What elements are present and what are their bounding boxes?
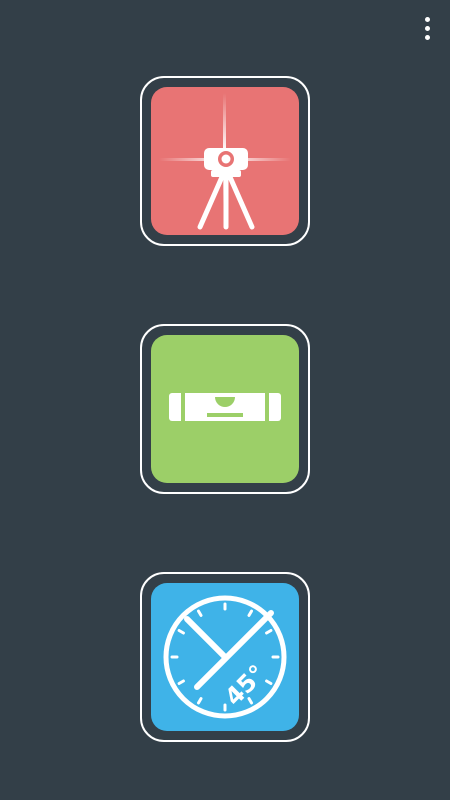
laser-level-tile[interactable] — [140, 76, 310, 246]
bubble-level-tile[interactable] — [140, 324, 310, 494]
overflow-menu-icon — [424, 16, 430, 22]
protractor-45-degree-icon: 45° — [163, 595, 287, 719]
dial-tick — [265, 629, 273, 635]
angle-meter-face: 45° — [151, 583, 299, 731]
dial-tick — [197, 697, 203, 705]
spirit-level-icon — [169, 393, 281, 421]
dial-tick — [247, 609, 253, 617]
dial-tick — [197, 609, 203, 617]
home-screen: 45° — [0, 0, 450, 800]
overflow-menu-button[interactable] — [418, 10, 436, 46]
angle-meter-tile[interactable]: 45° — [140, 572, 310, 742]
bubble-level-face — [151, 335, 299, 483]
dial-tick — [177, 679, 185, 685]
laser-level-face — [151, 87, 299, 235]
dial-tick — [177, 629, 185, 635]
laser-level-tripod-icon — [159, 93, 291, 230]
